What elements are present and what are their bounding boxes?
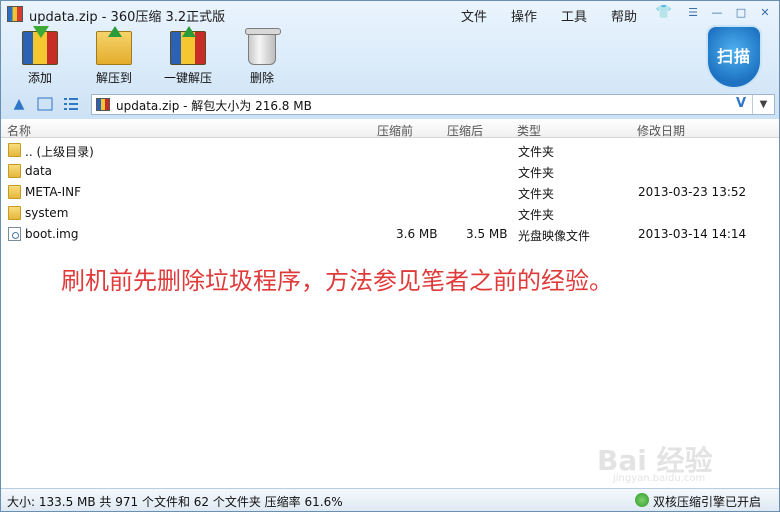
- column-name[interactable]: 名称: [7, 122, 31, 139]
- menu-help[interactable]: 帮助: [599, 5, 649, 25]
- status-bar: 大小: 133.5 MB 共 971 个文件和 62 个文件夹 压缩率 61.6…: [1, 488, 779, 511]
- dual-core-engine-icon: [635, 493, 649, 507]
- close-icon[interactable]: ✕: [755, 5, 775, 21]
- scan-button[interactable]: 扫描: [706, 25, 762, 89]
- list-item[interactable]: .. (上级目录) 文件夹: [1, 140, 779, 161]
- file-list-header: 名称 压缩前 压缩后 类型 修改日期: [1, 119, 779, 138]
- status-engine: 双核压缩引擎已开启: [653, 495, 762, 509]
- item-type: 光盘映像文件: [518, 229, 591, 243]
- navigation-row: ▲ updata.zip - 解包大小为 216.8 MB V ▼: [1, 93, 779, 117]
- folder-icon: [8, 143, 21, 157]
- window-controls: ☰ — □ ✕: [683, 5, 775, 21]
- menu-bar: 文件 操作 工具 帮助: [449, 5, 649, 25]
- folder-icon: [8, 164, 21, 178]
- column-type[interactable]: 类型: [517, 122, 541, 139]
- list-item[interactable]: data 文件夹: [1, 161, 779, 182]
- item-after: 3.5 MB: [466, 227, 508, 241]
- archive-icon: [96, 98, 110, 111]
- window-title: updata.zip - 360压缩 3.2正式版: [29, 10, 226, 25]
- window-chrome: updata.zip - 360压缩 3.2正式版 文件 操作 工具 帮助 👕 …: [1, 1, 779, 119]
- list-item[interactable]: META-INF 文件夹 2013-03-23 13:52: [1, 182, 779, 203]
- menu-tools[interactable]: 工具: [549, 5, 599, 25]
- skin-icon[interactable]: 👕: [655, 5, 673, 21]
- item-compressed: 3.6 MB: [396, 227, 438, 241]
- item-name: data: [25, 164, 53, 178]
- path-text: updata.zip - 解包大小为 216.8 MB: [116, 99, 312, 113]
- column-compressed[interactable]: 压缩前: [377, 122, 413, 139]
- item-type: 文件夹: [518, 145, 555, 159]
- one-click-extract-button[interactable]: 一键解压: [153, 26, 223, 89]
- column-modified[interactable]: 修改日期: [637, 122, 685, 139]
- delete-button[interactable]: 删除: [227, 28, 297, 89]
- item-name: META-INF: [25, 185, 82, 199]
- thumbnail-view-icon[interactable]: [37, 97, 53, 111]
- item-name: boot.img: [25, 227, 79, 241]
- item-modified: 2013-03-14 14:14: [638, 227, 747, 241]
- add-label: 添加: [27, 71, 52, 85]
- item-type: 文件夹: [518, 166, 555, 180]
- title-bar: updata.zip - 360压缩 3.2正式版 文件 操作 工具 帮助 👕 …: [1, 1, 779, 27]
- extract-to-label: 解压到: [95, 71, 132, 85]
- app-window: updata.zip - 360压缩 3.2正式版 文件 操作 工具 帮助 👕 …: [0, 0, 780, 512]
- scan-label: 扫描: [716, 47, 751, 66]
- minimize-icon[interactable]: —: [707, 5, 727, 21]
- watermark-url: jingyan.baidu.com: [613, 473, 706, 484]
- one-click-extract-icon: [170, 26, 206, 65]
- toolbar: 添加 解压到 一键解压 删除: [1, 26, 297, 89]
- one-click-extract-label: 一键解压: [163, 71, 212, 85]
- extract-to-icon: [96, 26, 132, 65]
- trash-can-icon: [245, 28, 281, 65]
- add-archive-icon: [22, 26, 58, 65]
- delete-label: 删除: [249, 71, 274, 85]
- path-dropdown-icon[interactable]: ▼: [752, 95, 774, 114]
- maximize-icon[interactable]: □: [731, 5, 751, 21]
- file-list: .. (上级目录) 文件夹 data 文件夹 META-INF 文件夹 2013…: [1, 140, 779, 245]
- extract-to-button[interactable]: 解压到: [79, 26, 149, 89]
- item-type: 文件夹: [518, 208, 555, 222]
- status-summary: 大小: 133.5 MB 共 971 个文件和 62 个文件夹 压缩率 61.6…: [7, 495, 343, 509]
- list-item[interactable]: boot.img 3.6 MB 3.5 MB 光盘映像文件 2013-03-14…: [1, 224, 779, 245]
- add-button[interactable]: 添加: [5, 26, 75, 89]
- folder-icon: [8, 206, 21, 220]
- disc-image-file-icon: [8, 227, 21, 241]
- list-view-icon[interactable]: [63, 97, 79, 111]
- up-level-icon[interactable]: ▲: [11, 97, 27, 111]
- menu-file[interactable]: 文件: [449, 5, 499, 25]
- folder-icon: [8, 185, 21, 199]
- column-after[interactable]: 压缩后: [447, 122, 483, 139]
- path-bar[interactable]: updata.zip - 解包大小为 216.8 MB V ▼: [91, 94, 775, 115]
- item-name: system: [25, 206, 69, 220]
- item-type: 文件夹: [518, 187, 555, 201]
- menu-operate[interactable]: 操作: [499, 5, 549, 25]
- path-verify-icon[interactable]: V: [736, 96, 746, 111]
- item-name: .. (上级目录): [25, 145, 94, 159]
- main-menu-icon[interactable]: ☰: [683, 5, 703, 21]
- app-logo-icon: [7, 6, 23, 22]
- list-item[interactable]: system 文件夹: [1, 203, 779, 224]
- annotation-text: 刷机前先删除垃圾程序，方法参见笔者之前的经验。: [61, 267, 613, 295]
- item-modified: 2013-03-23 13:52: [638, 185, 747, 199]
